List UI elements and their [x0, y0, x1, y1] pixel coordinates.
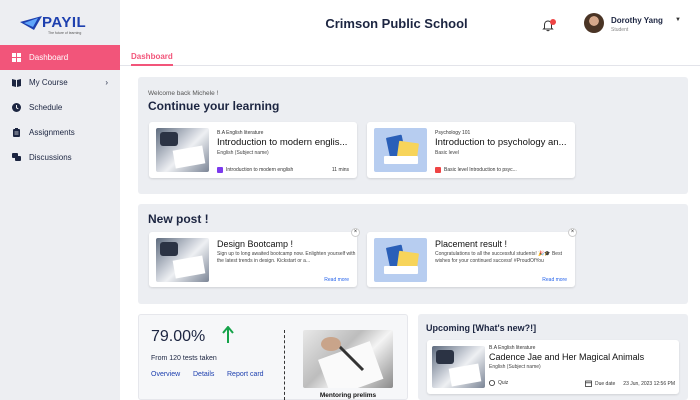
- user-role: Student: [611, 27, 629, 33]
- sidebar-item-dashboard[interactable]: Dashboard: [0, 45, 120, 70]
- continue-title: Continue your learning: [148, 99, 280, 113]
- sidebar-item-label: My Course: [29, 78, 68, 87]
- course-meta: Psychology 101: [435, 130, 471, 136]
- close-icon[interactable]: ×: [351, 228, 360, 237]
- report-card-link[interactable]: Report card: [227, 371, 264, 378]
- chevron-right-icon: ›: [105, 78, 108, 87]
- logo[interactable]: PAYIL The future of learning: [20, 14, 110, 36]
- logo-text: PAYIL: [42, 14, 87, 31]
- post-thumbnail: [374, 238, 427, 282]
- sidebar-nav: Dashboard My Course › Schedule Assignmen…: [0, 45, 120, 170]
- sidebar-item-label: Schedule: [29, 103, 63, 112]
- upcoming-meta: B.A English literature: [489, 345, 536, 351]
- close-icon[interactable]: ×: [568, 228, 577, 237]
- level-icon: [435, 167, 441, 173]
- course-subtitle: English (Subject name): [217, 150, 269, 156]
- course-footer: Basic level Introduction to psyc...: [435, 167, 517, 173]
- overview-link[interactable]: Overview: [151, 371, 180, 378]
- clock-icon: [12, 103, 21, 112]
- course-thumbnail: [156, 128, 209, 172]
- course-card[interactable]: Psychology 101 Introduction to psycholog…: [367, 122, 575, 178]
- user-menu-chevron-icon[interactable]: ▼: [675, 17, 681, 23]
- logo-mark-icon: [20, 16, 42, 30]
- arrow-up-icon: [222, 326, 234, 343]
- notification-badge: [550, 19, 556, 25]
- course-duration: 11 mins: [331, 167, 349, 173]
- post-thumbnail: [156, 238, 209, 282]
- new-post-title: New post !: [148, 212, 209, 226]
- upcoming-type: Quiz: [489, 380, 508, 386]
- tab-dashboard[interactable]: Dashboard: [131, 52, 173, 66]
- logo-tagline: The future of learning: [48, 31, 82, 35]
- post-title: Placement result !: [435, 239, 508, 249]
- mentoring-label: Mentoring prelims: [319, 392, 377, 399]
- sidebar-item-schedule[interactable]: Schedule: [0, 95, 120, 120]
- top-header: Crimson Public School Dorothy Yang Stude…: [120, 0, 700, 48]
- score-percent: 79.00%: [151, 328, 206, 345]
- read-more-link[interactable]: Read more: [324, 277, 349, 283]
- welcome-text: Welcome back Michele !: [148, 90, 219, 97]
- course-footer-text: Basic level Introduction to psyc...: [444, 167, 517, 173]
- sidebar-item-my-course[interactable]: My Course ›: [0, 70, 120, 95]
- divider: [284, 330, 285, 400]
- course-title: Introduction to modern englis...: [217, 137, 348, 148]
- sidebar-item-assignments[interactable]: Assignments: [0, 120, 120, 145]
- quiz-icon: [489, 380, 495, 386]
- upcoming-card[interactable]: B.A English literature Cadence Jae and H…: [427, 340, 679, 394]
- due-label: Due date: [595, 380, 616, 387]
- post-card[interactable]: Placement result ! Congratulations to al…: [367, 232, 575, 287]
- post-card[interactable]: Design Bootcamp ! Sign up to long awaite…: [149, 232, 357, 287]
- post-body: Congratulations to all the successful st…: [435, 251, 562, 264]
- sidebar-item-label: Dashboard: [29, 53, 69, 62]
- sidebar-item-discussions[interactable]: Discussions: [0, 145, 120, 170]
- post-title: Design Bootcamp !: [217, 239, 294, 249]
- tab-bar: Dashboard: [120, 48, 700, 66]
- lesson-icon: [217, 167, 223, 173]
- course-card[interactable]: B.A English literature Introduction to m…: [149, 122, 357, 178]
- upcoming-subtitle: English (Subject name): [489, 364, 541, 370]
- sidebar-item-label: Discussions: [29, 153, 72, 162]
- upcoming-type-label: Quiz: [498, 380, 509, 386]
- upcoming-thumbnail: [432, 346, 485, 388]
- read-more-link[interactable]: Read more: [542, 277, 567, 283]
- avatar[interactable]: [584, 13, 604, 33]
- sidebar-item-label: Assignments: [29, 128, 75, 137]
- clipboard-icon: [12, 128, 21, 137]
- sidebar: PAYIL The future of learning Dashboard M…: [0, 0, 120, 400]
- grid-icon: [12, 53, 21, 62]
- course-thumbnail: [374, 128, 427, 172]
- calendar-icon: [585, 380, 592, 387]
- course-subtitle: Basic level: [435, 150, 459, 156]
- book-icon: [12, 78, 21, 87]
- post-body: Sign up to long awaited bootcamp now. En…: [217, 251, 356, 264]
- details-link[interactable]: Details: [193, 371, 214, 378]
- course-footer: Introduction to modern english: [217, 167, 293, 173]
- course-meta: B.A English literature: [217, 130, 264, 136]
- due-value: 23 Jun, 2023 12:56 PM: [623, 380, 676, 387]
- upcoming-due: Due date 23 Jun, 2023 12:56 PM: [585, 380, 675, 387]
- chat-icon: [12, 153, 21, 162]
- user-name: Dorothy Yang: [611, 16, 663, 25]
- upcoming-title: Upcoming [What's new?!]: [426, 323, 537, 333]
- course-title: Introduction to psychology an...: [435, 137, 567, 148]
- tests-taken-text: From 120 tests taken: [151, 355, 217, 362]
- course-footer-text: Introduction to modern english: [226, 167, 294, 173]
- mentoring-image[interactable]: [303, 330, 393, 388]
- upcoming-card-title: Cadence Jae and Her Magical Animals: [489, 352, 645, 362]
